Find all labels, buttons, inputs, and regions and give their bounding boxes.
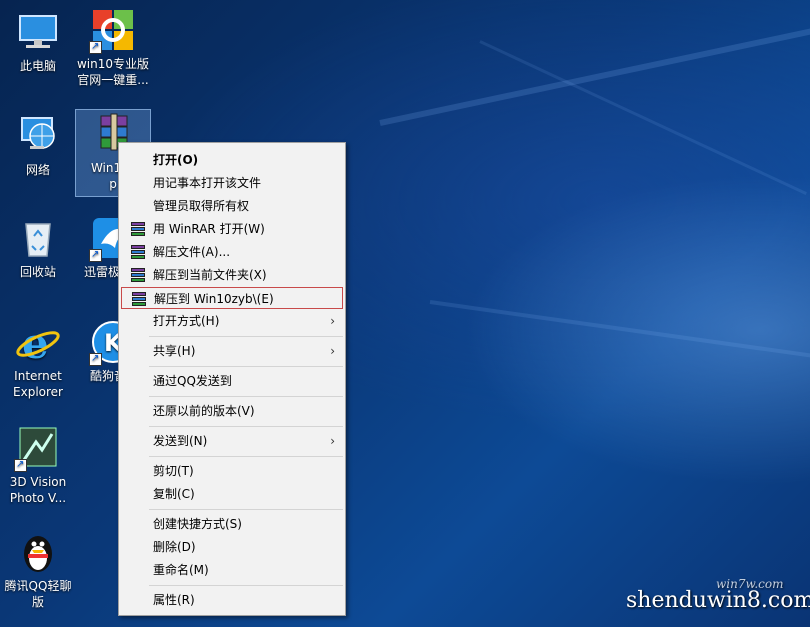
context-menu: 打开(O) 用记事本打开该文件 管理员取得所有权 用 WinRAR 打开(W) … <box>118 142 346 616</box>
recycle-bin-icon <box>14 214 62 262</box>
submenu-arrow-icon: › <box>330 434 335 448</box>
winrar-icon <box>131 245 145 259</box>
desktop-icon-qq-light[interactable]: 腾讯QQ轻聊 版 <box>1 528 75 610</box>
submenu-arrow-icon: › <box>330 344 335 358</box>
desktop-icon-recycle-bin[interactable]: 回收站 <box>1 214 75 280</box>
menu-item-send-via-qq[interactable]: 通过QQ发送到 <box>121 370 343 392</box>
menu-item-extract-here[interactable]: 解压到当前文件夹(X) <box>121 264 343 286</box>
shortcut-arrow-icon <box>89 351 102 367</box>
menu-item-cut[interactable]: 剪切(T) <box>121 460 343 482</box>
reinstall-app-icon <box>89 6 137 55</box>
internet-explorer-icon: e <box>14 318 62 368</box>
computer-icon <box>14 8 62 56</box>
3d-vision-photo-icon <box>14 424 62 473</box>
desktop-icon-label: 网络 <box>25 163 50 177</box>
menu-item-send-to[interactable]: 发送到(N) › <box>121 430 343 452</box>
menu-separator <box>149 509 343 510</box>
menu-separator <box>149 366 343 367</box>
submenu-arrow-icon: › <box>330 314 335 328</box>
desktop-icon-3d-vision[interactable]: 3D Vision Photo V... <box>1 424 75 506</box>
menu-item-open-winrar[interactable]: 用 WinRAR 打开(W) <box>121 218 343 240</box>
menu-separator <box>149 396 343 397</box>
watermark-sub: win7w.com <box>716 577 784 591</box>
menu-separator <box>149 456 343 457</box>
desktop-icon-internet-explorer[interactable]: e Internet Explorer <box>1 318 75 400</box>
menu-item-delete[interactable]: 删除(D) <box>121 536 343 558</box>
menu-item-open-with[interactable]: 打开方式(H) › <box>121 310 343 332</box>
menu-item-share[interactable]: 共享(H) › <box>121 340 343 362</box>
desktop-icon-win10-installer[interactable]: win10专业版 官网一键重... <box>76 6 150 88</box>
winrar-icon <box>132 292 146 306</box>
menu-item-take-ownership[interactable]: 管理员取得所有权 <box>121 195 343 217</box>
menu-separator <box>149 426 343 427</box>
desktop-icon-label: win10专业版 官网一键重... <box>76 57 150 87</box>
menu-item-restore-previous[interactable]: 还原以前的版本(V) <box>121 400 343 422</box>
menu-separator <box>149 585 343 586</box>
winrar-icon <box>131 268 145 282</box>
menu-item-extract-to-folder[interactable]: 解压到 Win10zyb\(E) <box>121 287 343 309</box>
desktop-icon-label: 此电脑 <box>19 59 56 73</box>
qq-penguin-icon <box>14 528 62 576</box>
network-globe-icon <box>14 112 62 160</box>
watermark-main: shenduwin8.com <box>626 588 810 613</box>
desktop-icon-label: Internet Explorer <box>13 369 63 399</box>
desktop-icon-label: 回收站 <box>19 265 56 279</box>
menu-item-open[interactable]: 打开(O) <box>121 149 343 171</box>
winrar-icon <box>131 222 145 236</box>
shortcut-arrow-icon <box>14 457 27 473</box>
menu-item-properties[interactable]: 属性(R) <box>121 589 343 611</box>
desktop-icon-label: 腾讯QQ轻聊 版 <box>4 579 72 609</box>
menu-item-create-shortcut[interactable]: 创建快捷方式(S) <box>121 513 343 535</box>
menu-item-rename[interactable]: 重命名(M) <box>121 559 343 581</box>
menu-item-open-notepad[interactable]: 用记事本打开该文件 <box>121 172 343 194</box>
menu-item-copy[interactable]: 复制(C) <box>121 483 343 505</box>
desktop-icon-network[interactable]: 网络 <box>1 112 75 178</box>
desktop-icon-this-pc[interactable]: 此电脑 <box>1 8 75 74</box>
shortcut-arrow-icon <box>89 39 102 55</box>
desktop-icon-label: 3D Vision Photo V... <box>9 475 67 505</box>
shortcut-arrow-icon <box>89 247 102 263</box>
menu-item-extract-files[interactable]: 解压文件(A)... <box>121 241 343 263</box>
menu-separator <box>149 336 343 337</box>
